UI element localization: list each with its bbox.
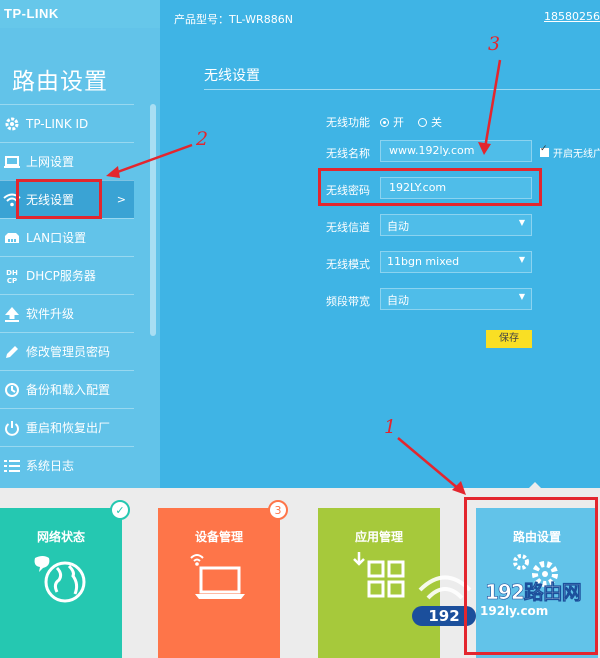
account-link[interactable]: 18580256 — [544, 10, 600, 23]
sidebar-item-syslog[interactable]: 系统日志 — [0, 446, 134, 484]
dropdown-caret-icon: ▼ — [518, 255, 525, 264]
sidebar-item-label: 备份和载入配置 — [26, 383, 111, 397]
laptop-icon — [158, 552, 280, 602]
tile-label: 网络状态 — [36, 530, 85, 544]
tile-label: 应用管理 — [354, 530, 403, 544]
monitor-icon — [0, 155, 26, 169]
active-tile-pointer — [528, 482, 542, 489]
upload-icon — [0, 306, 26, 322]
sidebar-item-label: 系统日志 — [26, 459, 75, 473]
sidebar-item-label: DHCP服务器 — [26, 269, 96, 283]
svg-text:CP: CP — [7, 277, 17, 285]
dropdown-caret-icon: ▼ — [518, 218, 525, 227]
radio-on[interactable] — [380, 117, 389, 127]
annotation-box-password — [318, 168, 542, 206]
channel-label: 无线信道 — [326, 221, 370, 234]
sidebar-item-tplink-id[interactable]: TP-LINK ID — [0, 104, 134, 142]
top-bar: 产品型号：TL-WR886N 18580256 — [160, 0, 600, 40]
ssid-broadcast-checkbox[interactable] — [540, 144, 549, 157]
annotation-number-2: 2 — [196, 128, 209, 150]
annotation-number-1: 1 — [384, 416, 397, 438]
sidebar: 路由设置 TP-LINK ID 上网设置 无线设置 > LAN口设置 DH CP … — [0, 28, 160, 488]
dhcp-icon: DH CP — [0, 267, 26, 285]
annotation-box-wireless — [16, 179, 102, 219]
sidebar-item-label: 修改管理员密码 — [26, 345, 111, 359]
annotation-box-route — [464, 497, 598, 655]
sidebar-item-label: 重启和恢复出厂 — [26, 421, 111, 435]
hide-ssid-checkbox-row[interactable]: 开启无线广 — [540, 144, 600, 160]
sidebar-item-label: 软件升级 — [26, 307, 75, 321]
backup-icon — [0, 382, 26, 398]
bandwidth-label: 频段带宽 — [326, 295, 370, 308]
sidebar-item-label: 上网设置 — [26, 155, 75, 169]
radio-on-label: 开 — [393, 116, 404, 129]
radio-off[interactable] — [418, 117, 427, 127]
tp-link-logo: TP-LINK — [4, 6, 59, 21]
tile-label: 设备管理 — [194, 530, 243, 544]
svg-text:DH: DH — [6, 269, 18, 277]
list-icon — [0, 459, 26, 473]
sidebar-item-backup[interactable]: 备份和载入配置 — [0, 370, 134, 408]
dropdown-caret-icon: ▼ — [518, 292, 525, 301]
bandwidth-value: 自动 — [387, 294, 409, 307]
sidebar-title: 路由设置 — [12, 69, 108, 95]
wireless-function-radios: 开 关 — [380, 114, 442, 130]
sidebar-item-lan[interactable]: LAN口设置 — [0, 218, 134, 256]
gear-icon — [0, 116, 26, 132]
save-button[interactable]: 保存 — [486, 330, 532, 348]
tile-network-status[interactable]: 网络状态 — [0, 508, 122, 658]
annotation-number-3: 3 — [488, 33, 501, 55]
sidebar-item-upgrade[interactable]: 软件升级 — [0, 294, 134, 332]
pencil-icon — [0, 344, 26, 360]
power-icon — [0, 420, 26, 436]
bandwidth-select[interactable]: 自动 ▼ — [380, 288, 532, 310]
channel-value: 自动 — [387, 220, 409, 233]
wireless-function-label: 无线功能 — [326, 116, 370, 129]
model-label: 产品型号：TL-WR886N — [174, 13, 293, 26]
sidebar-item-label: TP-LINK ID — [26, 116, 89, 131]
check-badge-icon: ✓ — [110, 500, 130, 520]
page-title: 无线设置 — [204, 68, 260, 84]
sidebar-item-label: LAN口设置 — [26, 231, 87, 245]
radio-off-label: 关 — [431, 116, 442, 129]
tile-app-management[interactable]: 应用管理 — [318, 508, 440, 658]
apps-grid-icon — [318, 550, 440, 602]
sidebar-item-reboot[interactable]: 重启和恢复出厂 — [0, 408, 134, 446]
title-divider — [204, 89, 600, 90]
lan-icon — [0, 231, 26, 245]
globe-icon — [0, 554, 122, 604]
sidebar-item-admin-password[interactable]: 修改管理员密码 — [0, 332, 134, 370]
sidebar-item-dhcp[interactable]: DH CP DHCP服务器 — [0, 256, 134, 294]
ssid-input[interactable]: www.192ly.com — [380, 140, 532, 162]
chevron-right-icon: > — [116, 193, 126, 206]
ssid-label: 无线名称 — [326, 147, 370, 160]
sidebar-item-internet[interactable]: 上网设置 — [0, 142, 134, 180]
channel-select[interactable]: 自动 ▼ — [380, 214, 532, 236]
mode-label: 无线模式 — [326, 258, 370, 271]
ssid-broadcast-label: 开启无线广 — [553, 149, 600, 160]
mode-value: 11bgn mixed — [387, 255, 460, 268]
tile-device-management[interactable]: 设备管理 — [158, 508, 280, 658]
notification-badge: 3 — [268, 500, 288, 520]
sidebar-scrollbar[interactable] — [150, 104, 156, 336]
brand-strip: TP-LINK — [0, 0, 160, 28]
main-panel: 无线设置 无线功能 开 关 无线名称 www.192ly.com 开启无线广 无… — [160, 40, 600, 488]
mode-select[interactable]: 11bgn mixed ▼ — [380, 251, 532, 273]
